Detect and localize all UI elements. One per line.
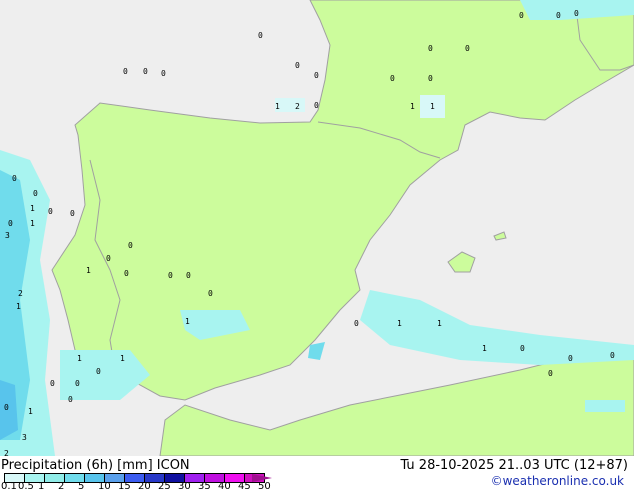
precip-value-label: 0 (314, 71, 319, 80)
precip-value-label: 1 (120, 354, 125, 363)
precip-value-label: 0 (123, 67, 128, 76)
color-scale-tick: 45 (238, 481, 251, 492)
legend-title: Precipitation (6h) [mm] ICON (1, 458, 190, 473)
precip-value-label: 0 (12, 174, 17, 183)
color-scale-tick: 20 (138, 481, 151, 492)
color-scale-tick: 30 (178, 481, 191, 492)
precip-value-label: 1 (397, 319, 402, 328)
precip-value-label: 0 (48, 207, 53, 216)
precip-value-label: 1 (437, 319, 442, 328)
precip-value-label: 0 (208, 289, 213, 298)
precip-value-label: 1 (77, 354, 82, 363)
precip-value-label: 2 (295, 102, 300, 111)
precip-value-label: 0 (168, 271, 173, 280)
color-scale-tick: 0.1 (1, 481, 17, 492)
precip-value-label: 0 (124, 269, 129, 278)
precip-value-label: 0 (548, 369, 553, 378)
color-scale-tick: 50 (258, 481, 271, 492)
precip-value-label: 0 (96, 367, 101, 376)
precip-value-label: 1 (30, 219, 35, 228)
precip-value-label: 3 (22, 433, 27, 442)
precip-value-label: 1 (430, 102, 435, 111)
precip-value-label: 0 (465, 44, 470, 53)
precip-value-label: 0 (33, 189, 38, 198)
precip-value-label: 0 (75, 379, 80, 388)
precip-value-label: 0 (143, 67, 148, 76)
precip-value-label: 0 (519, 11, 524, 20)
color-scale-tick: 2 (58, 481, 65, 492)
precip-value-label: 1 (16, 302, 21, 311)
precip-value-label: 0 (106, 254, 111, 263)
precip-value-label: 3 (5, 231, 10, 240)
color-scale-tick: 0.5 (18, 481, 34, 492)
forecast-timestamp: Tu 28-10-2025 21..03 UTC (12+87) (400, 458, 628, 473)
precip-value-label: 0 (428, 74, 433, 83)
precip-value-label: 1 (28, 407, 33, 416)
precip-value-label: 0 (610, 351, 615, 360)
precipitation-map (0, 0, 634, 456)
precip-value-label: 0 (354, 319, 359, 328)
precip-value-label: 1 (482, 344, 487, 353)
color-scale-tick: 1 (38, 481, 45, 492)
precip-value-label: 0 (128, 241, 133, 250)
color-scale-tick: 15 (118, 481, 131, 492)
precip-value-label: 1 (185, 317, 190, 326)
precip-value-label: 0 (520, 344, 525, 353)
precip-value-label: 0 (70, 209, 75, 218)
precip-value-label: 0 (161, 69, 166, 78)
precip-value-label: 0 (295, 61, 300, 70)
credit-link[interactable]: ©weatheronline.co.uk (491, 474, 624, 488)
color-scale-tick: 5 (78, 481, 85, 492)
precip-value-label: 0 (186, 271, 191, 280)
precip-value-label: 2 (18, 289, 23, 298)
precip-value-label: 0 (390, 74, 395, 83)
precip-value-label: 1 (30, 204, 35, 213)
legend-bar: Precipitation (6h) [mm] ICON Tu 28-10-20… (0, 456, 634, 492)
precip-value-label: 0 (314, 101, 319, 110)
precip-value-label: 0 (50, 379, 55, 388)
precip-value-label: 0 (8, 219, 13, 228)
precip-value-label: 0 (574, 9, 579, 18)
precip-value-label: 0 (568, 354, 573, 363)
precip-value-label: 0 (68, 395, 73, 404)
precip-value-label: 0 (556, 11, 561, 20)
precip-value-label: 1 (275, 102, 280, 111)
precip-value-label: 0 (428, 44, 433, 53)
color-scale-tick: 35 (198, 481, 211, 492)
precip-value-label: 0 (258, 31, 263, 40)
color-scale-tick: 25 (158, 481, 171, 492)
precip-value-label: 0 (4, 403, 9, 412)
color-scale-tick: 10 (98, 481, 111, 492)
color-scale-tick: 40 (218, 481, 231, 492)
precip-value-label: 1 (410, 102, 415, 111)
precip-value-label: 1 (86, 266, 91, 275)
